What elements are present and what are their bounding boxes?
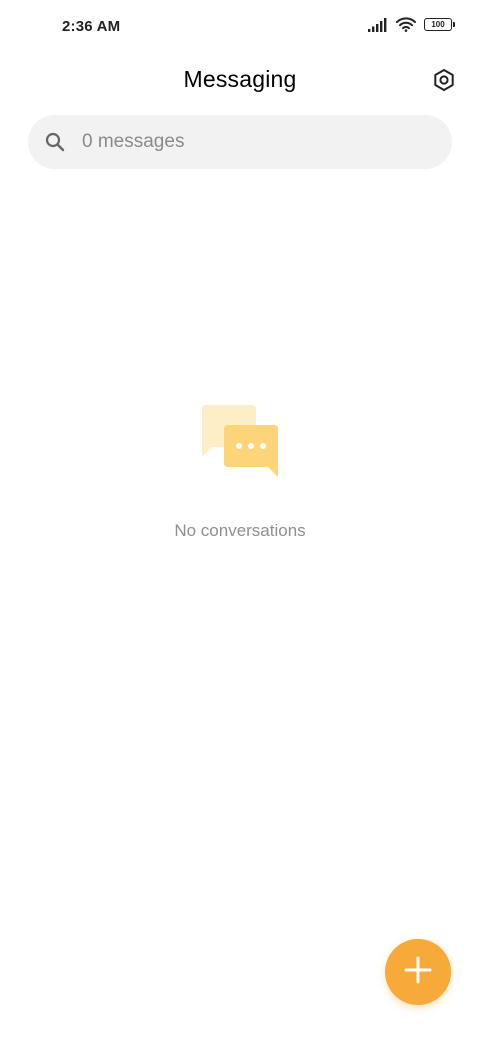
empty-state-text: No conversations	[174, 521, 306, 540]
wifi-icon	[396, 17, 416, 32]
chat-bubbles-icon	[202, 405, 278, 477]
status-time: 2:36 AM	[62, 18, 121, 35]
settings-button[interactable]	[428, 66, 460, 98]
status-bar: 2:36 AM 100	[0, 0, 480, 56]
page-title: Messaging	[183, 66, 297, 92]
empty-state: No conversations	[0, 405, 480, 541]
search-input[interactable]	[80, 130, 414, 154]
battery-level: 100	[431, 19, 445, 29]
new-conversation-button[interactable]	[385, 939, 451, 1005]
plus-icon	[404, 956, 432, 989]
gear-icon	[432, 68, 456, 97]
status-icons: 100	[368, 17, 455, 32]
signal-icon	[368, 17, 388, 32]
search-bar[interactable]	[28, 115, 452, 169]
search-icon	[44, 131, 66, 153]
battery-icon: 100	[424, 18, 455, 31]
header: Messaging	[0, 56, 480, 108]
